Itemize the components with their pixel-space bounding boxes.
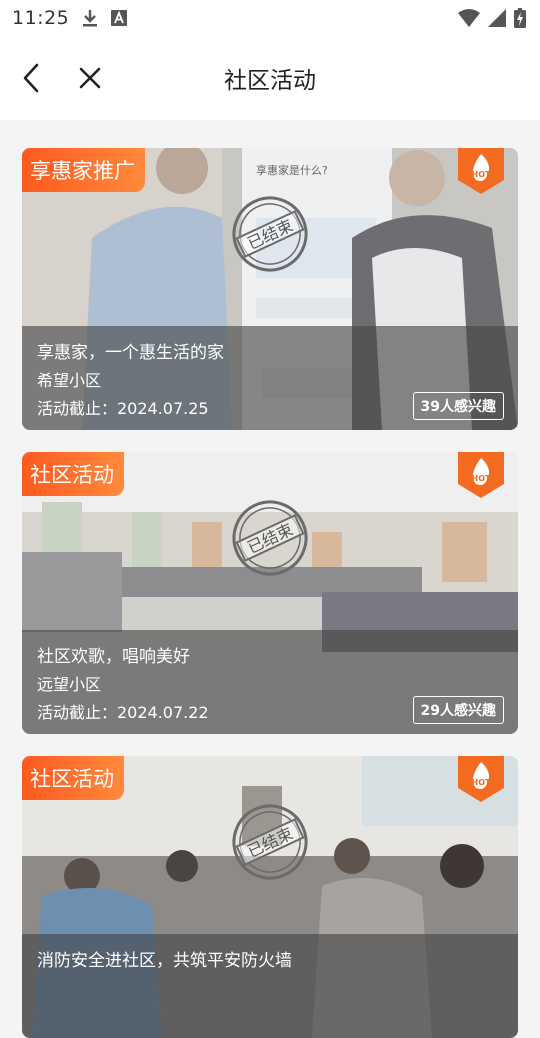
- ended-stamp: 已结束: [232, 804, 308, 880]
- activity-title: 享惠家，一个惠生活的家: [37, 343, 224, 363]
- interest-count: 39人感兴趣: [412, 392, 504, 420]
- status-bar: 11:25: [0, 0, 540, 36]
- activity-tag: 享惠家推广: [22, 148, 145, 192]
- hot-badge-icon: HOT: [458, 148, 504, 194]
- activity-card[interactable]: 享惠家是什么? 已结束 享惠家推广 HOT 享惠家，一个惠生活的家 希望小区 活…: [22, 148, 518, 430]
- close-button[interactable]: [70, 58, 110, 98]
- activity-info: 享惠家，一个惠生活的家 希望小区 活动截止：2024.07.25 39人感兴趣: [22, 326, 518, 430]
- svg-text:已结束: 已结束: [244, 216, 296, 254]
- activity-title: 社区欢歌，唱响美好: [37, 647, 190, 667]
- ended-stamp: 已结束: [232, 196, 308, 272]
- board-heading: 享惠家是什么?: [256, 163, 328, 177]
- cell-signal-icon: [488, 9, 506, 27]
- back-button[interactable]: [12, 58, 52, 98]
- interest-count: 29人感兴趣: [412, 696, 504, 724]
- chevron-left-icon: [23, 63, 39, 93]
- activity-tag: 社区活动: [22, 452, 124, 496]
- ended-stamp: 已结束: [232, 500, 308, 576]
- activity-title: 消防安全进社区，共筑平安防火墙: [37, 951, 292, 971]
- activity-card[interactable]: 已结束 社区活动 HOT 消防安全进社区，共筑平安防火墙: [22, 756, 518, 1038]
- activity-place: 希望小区: [37, 371, 102, 390]
- svg-text:HOT: HOT: [472, 778, 491, 787]
- activity-info: 社区欢歌，唱响美好 远望小区 活动截止：2024.07.22 29人感兴趣: [22, 630, 518, 734]
- activity-info: 消防安全进社区，共筑平安防火墙: [22, 934, 518, 1038]
- activity-place: 远望小区: [37, 675, 102, 694]
- download-icon: [83, 10, 98, 27]
- battery-charging-icon: [514, 8, 526, 28]
- activity-deadline: 活动截止：2024.07.22: [37, 703, 209, 722]
- hot-badge-icon: HOT: [458, 452, 504, 498]
- svg-text:HOT: HOT: [472, 170, 491, 179]
- svg-text:已结束: 已结束: [244, 520, 296, 558]
- svg-text:已结束: 已结束: [244, 824, 296, 862]
- svg-text:HOT: HOT: [472, 474, 491, 483]
- activity-tag: 社区活动: [22, 756, 124, 800]
- hot-badge-icon: HOT: [458, 756, 504, 802]
- close-icon: [79, 67, 101, 89]
- activity-deadline: 活动截止：2024.07.25: [37, 399, 209, 418]
- activity-list: 享惠家是什么? 已结束 享惠家推广 HOT 享惠家，一个惠生活的家 希望小区 活…: [0, 120, 540, 1038]
- font-app-icon: [111, 10, 128, 26]
- activity-card[interactable]: 已结束 社区活动 HOT 社区欢歌，唱响美好 远望小区 活动截止：2024.07…: [22, 452, 518, 734]
- status-time: 11:25: [12, 7, 70, 29]
- wifi-icon: [458, 9, 480, 27]
- nav-bar: 社区活动: [0, 36, 540, 120]
